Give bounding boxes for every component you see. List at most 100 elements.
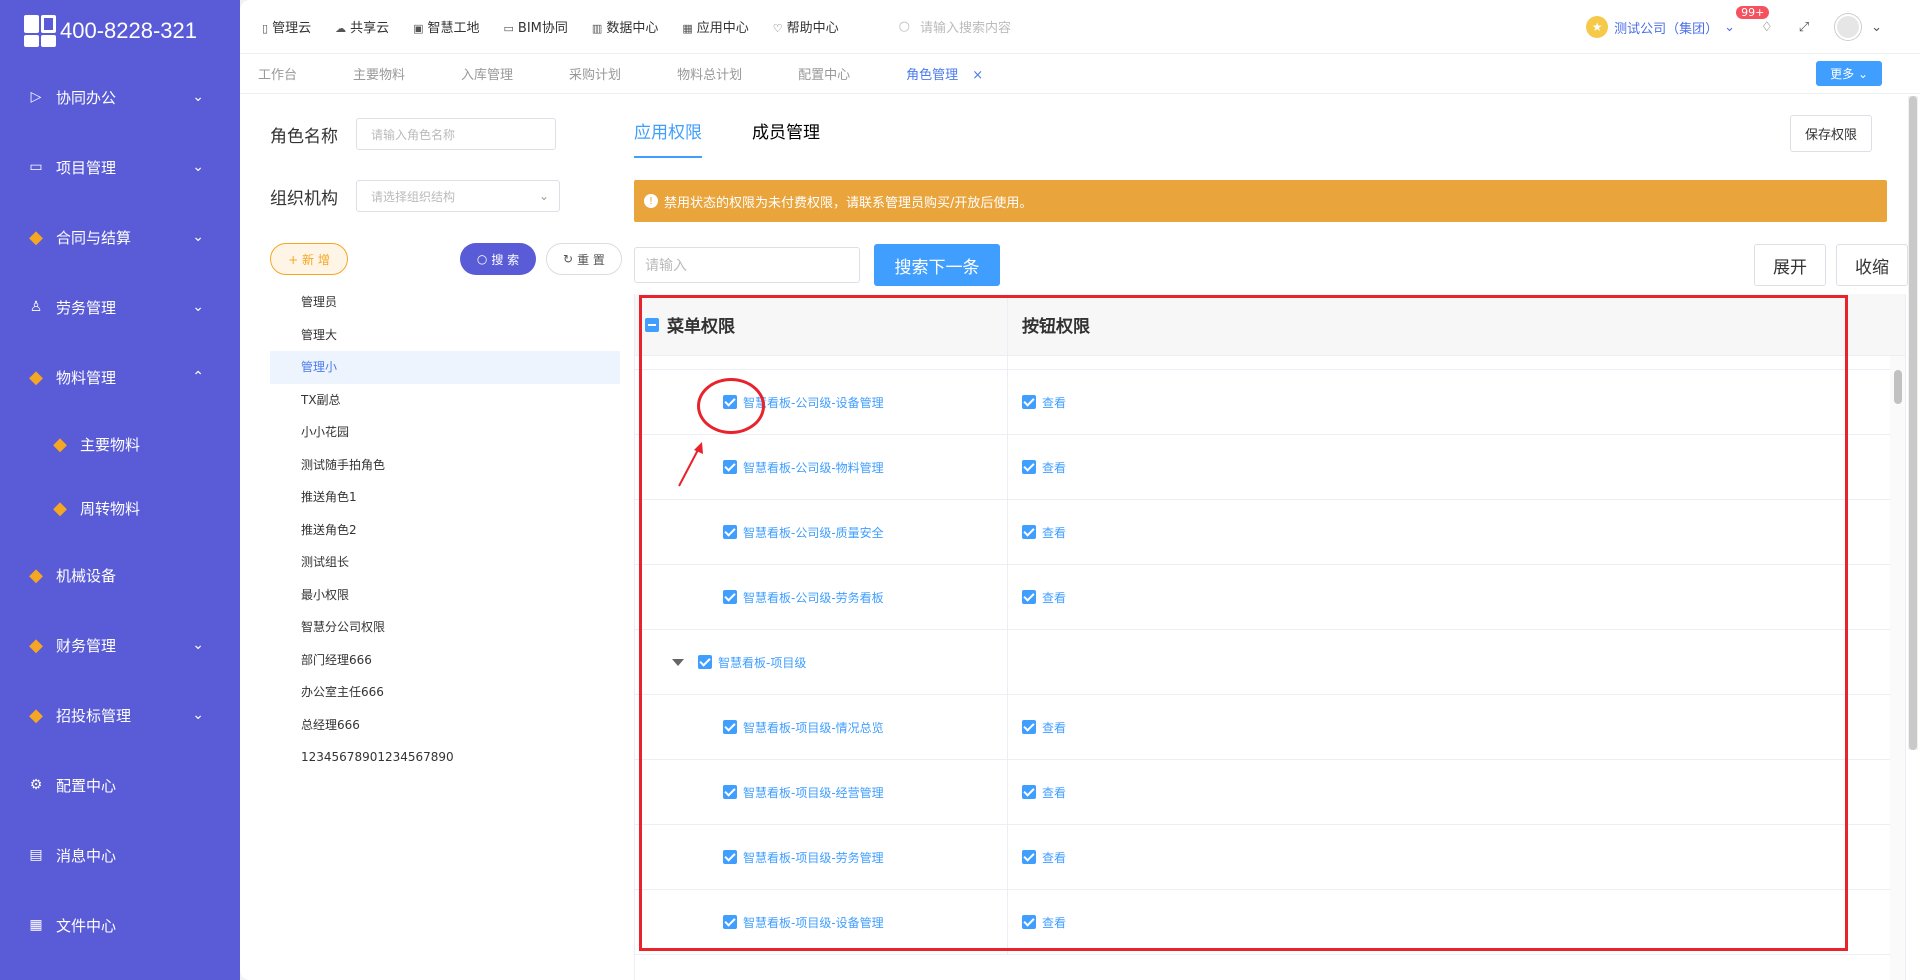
sidebar-item-file[interactable]: ▦ 文件中心 (0, 890, 240, 960)
sidebar-item-finance[interactable]: ◆ 财务管理 ⌄ (0, 610, 240, 680)
menu-checkbox[interactable] (723, 460, 737, 474)
tab-role-management[interactable]: 角色管理 × (906, 64, 983, 83)
close-icon[interactable]: × (972, 68, 983, 83)
select-all-checkbox[interactable] (645, 317, 659, 332)
button-label: 查看 (1042, 850, 1067, 865)
menu-checkbox[interactable] (723, 720, 737, 734)
add-button[interactable]: + 新 增 (270, 243, 348, 275)
menu-checkbox[interactable] (723, 785, 737, 799)
list-item[interactable]: 推送角色2 (270, 514, 620, 547)
topnav-item-bim[interactable]: ▭ BIM协同 (504, 17, 568, 36)
org-select[interactable]: 请选择组织结构 ⌄ (356, 180, 560, 212)
button-label: 查看 (1042, 395, 1067, 410)
tab-main-material[interactable]: 主要物料 (353, 64, 405, 83)
user-icon: ♙ (29, 299, 43, 315)
topnav-item-help[interactable]: ♡ 帮助中心 (773, 17, 839, 36)
button-checkbox[interactable] (1022, 460, 1036, 474)
button-checkbox[interactable] (1022, 395, 1036, 409)
button-label: 查看 (1042, 525, 1067, 540)
sidebar-item-material[interactable]: ◆ 物料管理 ⌃ (0, 342, 240, 412)
list-item[interactable]: 总经理666 (270, 709, 620, 742)
list-item[interactable]: 办公室主任666 (270, 676, 620, 709)
company-switcher[interactable]: ★ 测试公司（集团） ⌄ (1586, 16, 1735, 38)
bell-icon[interactable]: ♢ (1761, 20, 1773, 35)
sidebar-item-bidding[interactable]: ◆ 招投标管理 ⌄ (0, 680, 240, 750)
list-item[interactable]: 部门经理666 (270, 644, 620, 677)
book-icon: ▭ (29, 159, 43, 175)
list-item[interactable]: 小小花园 (270, 416, 620, 449)
tab-stock-in[interactable]: 入库管理 (461, 64, 513, 83)
list-item[interactable]: TX副总 (270, 384, 620, 417)
list-item[interactable]: 管理大 (270, 319, 620, 352)
expand-button[interactable]: 展开 (1754, 244, 1826, 286)
button-label: 查看 (1042, 590, 1067, 605)
fullscreen-icon[interactable]: ⤢ (1799, 20, 1809, 35)
menu-checkbox[interactable] (723, 850, 737, 864)
sidebar-item-turnover-material[interactable]: ◆ 周转物料 (0, 476, 240, 540)
reset-button[interactable]: ↻ 重 置 (546, 243, 622, 275)
caret-down-icon[interactable] (672, 658, 684, 666)
more-button[interactable]: 更多 ⌄ (1816, 61, 1882, 86)
sidebar-item-project[interactable]: ▭ 项目管理 ⌄ (0, 132, 240, 202)
collapse-button[interactable]: 收缩 (1836, 244, 1908, 286)
topnav-label: BIM协同 (517, 21, 568, 36)
button-checkbox[interactable] (1022, 915, 1036, 929)
avatar (1835, 14, 1862, 40)
list-item[interactable]: 管理员 (270, 286, 620, 319)
topnav-item-site[interactable]: ▣ 智慧工地 (413, 17, 479, 36)
list-item[interactable]: 智慧分公司权限 (270, 611, 620, 644)
menu-checkbox[interactable] (723, 525, 737, 539)
button-checkbox[interactable] (1022, 785, 1036, 799)
button-checkbox[interactable] (1022, 720, 1036, 734)
menu-checkbox[interactable] (698, 655, 712, 669)
role-name-input[interactable]: 请输入角色名称 (356, 118, 556, 150)
search-button[interactable]: ○ 搜 索 (460, 243, 536, 275)
sidebar-item-config[interactable]: ⚙ 配置中心 (0, 750, 240, 820)
list-item[interactable]: 最小权限 (270, 579, 620, 612)
topnav-item-share[interactable]: ☁ 共享云 (335, 17, 389, 36)
save-permission-button[interactable]: 保存权限 (1789, 115, 1872, 152)
sidebar-item-main-material[interactable]: ◆ 主要物料 (0, 412, 240, 476)
role-list: 管理员 管理大 管理小 TX副总 小小花园 测试随手拍角色 推送角色1 推送角色… (270, 286, 620, 774)
tab-app-permission[interactable]: 应用权限 (634, 118, 702, 158)
permission-search-placeholder: 请输入 (645, 258, 687, 274)
global-search[interactable]: ○ 请输入搜索内容 (899, 17, 1011, 36)
list-item[interactable]: 12345678901234567890 (270, 741, 620, 774)
sidebar-item-labor[interactable]: ♙ 劳务管理 ⌄ (0, 272, 240, 342)
tab-config[interactable]: 配置中心 (798, 64, 850, 83)
page-scrollbar-thumb[interactable] (1909, 96, 1917, 750)
sidebar-item-contract[interactable]: ◆ 合同与结算 ⌄ (0, 202, 240, 272)
user-menu[interactable]: ⌄ (1835, 14, 1882, 40)
permission-search-input[interactable]: 请输入 (634, 247, 860, 283)
list-item[interactable]: 推送角色1 (270, 481, 620, 514)
button-checkbox[interactable] (1022, 525, 1036, 539)
topnav-item-cloud[interactable]: ▯ 管理云 (262, 17, 311, 36)
list-item[interactable]: 测试随手拍角色 (270, 449, 620, 482)
menu-checkbox[interactable] (723, 590, 737, 604)
tab-workbench[interactable]: 工作台 (258, 64, 297, 83)
button-checkbox[interactable] (1022, 590, 1036, 604)
button-label: 查看 (1042, 785, 1067, 800)
sidebar-item-machinery[interactable]: ◆ 机械设备 (0, 540, 240, 610)
button-checkbox[interactable] (1022, 850, 1036, 864)
button-label: 查看 (1042, 720, 1067, 735)
list-item[interactable]: 测试组长 (270, 546, 620, 579)
sidebar-item-collab[interactable]: ▷ 协同办公 ⌄ (0, 62, 240, 132)
menu-checkbox[interactable] (723, 915, 737, 929)
topnav-item-apps[interactable]: ▦ 应用中心 (682, 17, 748, 36)
scrollbar-thumb[interactable] (1894, 370, 1902, 404)
tab-material-plan[interactable]: 物料总计划 (677, 64, 742, 83)
menu-label: 智慧看板-项目级-劳务管理 (743, 850, 884, 865)
chevron-down-icon: ⌄ (192, 229, 204, 245)
search-next-button[interactable]: 搜索下一条 (874, 244, 1000, 286)
topnav-item-data[interactable]: ▥ 数据中心 (592, 17, 658, 36)
table-scrollbar[interactable] (1890, 356, 1905, 980)
page-scrollbar[interactable] (1908, 96, 1918, 750)
button-cell: 查看 (1008, 565, 1066, 629)
tab-member-management[interactable]: 成员管理 (752, 118, 820, 158)
sidebar-nav: ▷ 协同办公 ⌄ ▭ 项目管理 ⌄ ◆ 合同与结算 ⌄ ♙ 劳务管理 ⌄ ◆ 物料管理 ⌃ ◆ 主要物… (0, 62, 240, 960)
menu-checkbox[interactable] (723, 395, 737, 409)
sidebar-item-message[interactable]: ▤ 消息中心 (0, 820, 240, 890)
list-item-selected[interactable]: 管理小 (270, 351, 620, 384)
tab-purchase-plan[interactable]: 采购计划 (569, 64, 621, 83)
